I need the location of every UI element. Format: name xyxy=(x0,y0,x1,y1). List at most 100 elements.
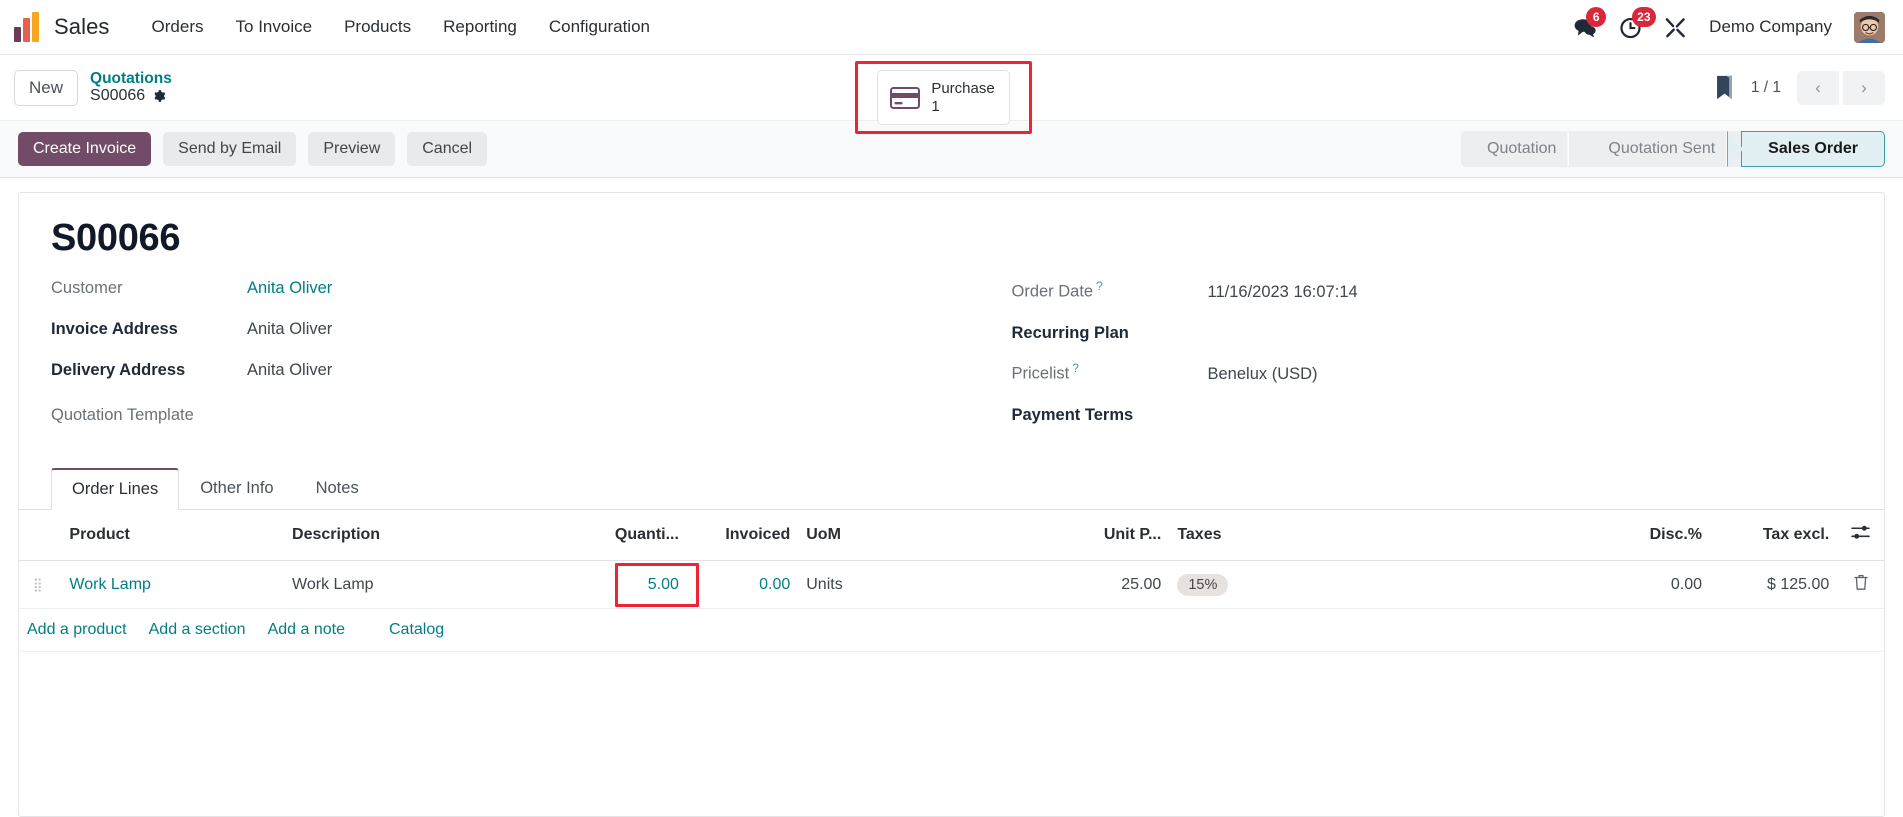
add-a-section-link[interactable]: Add a section xyxy=(149,621,268,639)
column-uom[interactable]: UoM xyxy=(798,510,894,561)
odoo-logo-icon[interactable] xyxy=(14,12,42,42)
field-customer: Customer Anita Oliver xyxy=(51,279,892,320)
cell-discount[interactable]: 0.00 xyxy=(1434,560,1711,609)
app-name[interactable]: Sales xyxy=(54,14,110,40)
company-switcher[interactable]: Demo Company xyxy=(1709,17,1832,37)
new-record-button[interactable]: New xyxy=(14,69,79,106)
menu-item-reporting[interactable]: Reporting xyxy=(427,11,533,43)
cell-tax-excl: $ 125.00 xyxy=(1710,560,1838,609)
field-delivery-address-value[interactable]: Anita Oliver xyxy=(247,361,332,380)
pager-counter: 1 / 1 xyxy=(1750,78,1781,96)
activities-badge: 23 xyxy=(1632,6,1656,27)
add-a-note-link[interactable]: Add a note xyxy=(268,621,367,639)
cell-product-link[interactable]: Work Lamp xyxy=(69,576,151,593)
cell-product[interactable]: Work Lamp xyxy=(61,560,285,609)
cell-taxes[interactable]: 15% xyxy=(1169,560,1435,609)
order-date-help-icon[interactable]: ? xyxy=(1096,279,1103,293)
page-title: S00066 xyxy=(51,217,181,259)
add-links: Add a product Add a section Add a note C… xyxy=(27,621,1876,639)
purchase-stat-button[interactable]: Purchase 1 xyxy=(877,70,1010,125)
column-options-icon[interactable] xyxy=(1851,524,1870,541)
field-recurring-plan: Recurring Plan xyxy=(1012,320,1853,361)
create-invoice-button[interactable]: Create Invoice xyxy=(18,132,152,166)
cell-quantity[interactable]: 5.00 xyxy=(543,560,699,609)
bookmark-icon[interactable] xyxy=(1714,75,1735,101)
form-sheet: S00066 Customer Anita Oliver Invoice Add… xyxy=(18,192,1885,817)
trash-icon[interactable] xyxy=(1853,573,1869,591)
messages-button[interactable]: 6 xyxy=(1573,7,1607,38)
activities-button[interactable]: 23 xyxy=(1619,6,1656,39)
field-pricelist-label-text: Pricelist xyxy=(1011,364,1070,383)
tools-icon xyxy=(1665,17,1686,37)
table-header-row: Product Description Quanti... Invoiced U… xyxy=(19,510,1884,561)
table-row[interactable]: ⣿ Work Lamp Work Lamp 5.00 0.00 Units 25… xyxy=(19,560,1884,609)
tab-order-lines[interactable]: Order Lines xyxy=(51,468,180,510)
form-left-column: Customer Anita Oliver Invoice Address An… xyxy=(51,279,892,443)
status-pipeline: Quotation Quotation Sent Sales Order xyxy=(1461,131,1885,167)
gear-icon[interactable] xyxy=(152,89,166,103)
field-customer-value[interactable]: Anita Oliver xyxy=(247,279,332,298)
field-payment-terms: Payment Terms xyxy=(1012,402,1853,443)
field-customer-label: Customer xyxy=(51,279,123,297)
avatar[interactable] xyxy=(1854,11,1885,43)
send-by-email-button[interactable]: Send by Email xyxy=(163,132,297,166)
tab-notes[interactable]: Notes xyxy=(295,468,380,510)
column-product[interactable]: Product xyxy=(61,510,285,561)
stage-quotation[interactable]: Quotation xyxy=(1461,131,1583,167)
cell-invoiced[interactable]: 0.00 xyxy=(686,560,799,609)
form-sheet-inner: S00066 Customer Anita Oliver Invoice Add… xyxy=(19,219,1884,443)
pager-buttons: ‹ › xyxy=(1797,70,1885,105)
cancel-button[interactable]: Cancel xyxy=(407,132,488,166)
pricelist-help-icon[interactable]: ? xyxy=(1072,361,1079,375)
notebook-tabs: Order Lines Other Info Notes xyxy=(19,467,1884,510)
field-order-date-value[interactable]: 11/16/2023 16:07:14 xyxy=(1208,283,1358,302)
cell-description[interactable]: Work Lamp xyxy=(284,560,544,609)
breadcrumb-current-label: S00066 xyxy=(90,87,146,105)
order-lines-table: Product Description Quanti... Invoiced U… xyxy=(19,510,1884,652)
column-handle xyxy=(19,510,62,561)
quantity-wrapper: 5.00 xyxy=(614,562,699,607)
messages-badge: 6 xyxy=(1586,7,1607,27)
menu-item-to-invoice[interactable]: To Invoice xyxy=(220,11,329,43)
breadcrumb: Quotations S00066 xyxy=(90,70,172,105)
cell-quantity-value[interactable]: 5.00 xyxy=(648,576,679,593)
preview-button[interactable]: Preview xyxy=(308,132,396,166)
breadcrumb-parent[interactable]: Quotations xyxy=(90,70,172,87)
purchase-stat-value: 1 xyxy=(931,97,940,115)
control-panel: New Quotations S00066 Purchase 1 1 / 1 ‹… xyxy=(0,55,1903,178)
field-pricelist-value[interactable]: Benelux (USD) xyxy=(1208,365,1318,384)
column-quantity[interactable]: Quanti... xyxy=(543,510,687,561)
pager-previous-button[interactable]: ‹ xyxy=(1797,70,1839,105)
form-sheet-wrapper: S00066 Customer Anita Oliver Invoice Add… xyxy=(0,178,1903,817)
stage-sales-order[interactable]: Sales Order xyxy=(1741,131,1885,167)
cell-unit-price[interactable]: 25.00 xyxy=(893,560,1170,609)
column-unit-price[interactable]: Unit P... xyxy=(893,510,1170,561)
debug-menu-button[interactable] xyxy=(1664,16,1687,39)
cell-delete xyxy=(1837,560,1884,609)
field-quotation-template-label: Quotation Template xyxy=(51,406,194,424)
column-taxes[interactable]: Taxes xyxy=(1169,510,1435,561)
column-description[interactable]: Description xyxy=(284,510,544,561)
column-options xyxy=(1837,510,1884,561)
credit-card-icon xyxy=(890,86,921,109)
cell-uom[interactable]: Units xyxy=(798,560,894,609)
column-tax-excl[interactable]: Tax excl. xyxy=(1710,510,1838,561)
column-invoiced[interactable]: Invoiced xyxy=(686,510,799,561)
field-quotation-template: Quotation Template xyxy=(51,402,892,443)
stage-quotation-sent[interactable]: Quotation Sent xyxy=(1582,131,1742,167)
catalog-link[interactable]: Catalog xyxy=(367,621,466,639)
add-a-product-link[interactable]: Add a product xyxy=(27,621,149,639)
menu-item-configuration[interactable]: Configuration xyxy=(533,11,666,43)
tab-other-info[interactable]: Other Info xyxy=(179,468,294,510)
pager-area: 1 / 1 ‹ › xyxy=(1714,70,1885,105)
field-order-date: Order Date? 11/16/2023 16:07:14 xyxy=(1012,279,1853,320)
column-discount[interactable]: Disc.% xyxy=(1434,510,1711,561)
menu-item-products[interactable]: Products xyxy=(328,11,427,43)
order-lines-body: ⣿ Work Lamp Work Lamp 5.00 0.00 Units 25… xyxy=(19,560,1884,652)
drag-handle-icon[interactable]: ⣿ xyxy=(33,577,44,591)
tax-badge[interactable]: 15% xyxy=(1177,573,1229,596)
menu-item-orders[interactable]: Orders xyxy=(136,11,220,43)
field-recurring-plan-label: Recurring Plan xyxy=(1011,324,1129,342)
pager-next-button[interactable]: › xyxy=(1843,70,1885,105)
field-invoice-address-value[interactable]: Anita Oliver xyxy=(247,320,332,339)
